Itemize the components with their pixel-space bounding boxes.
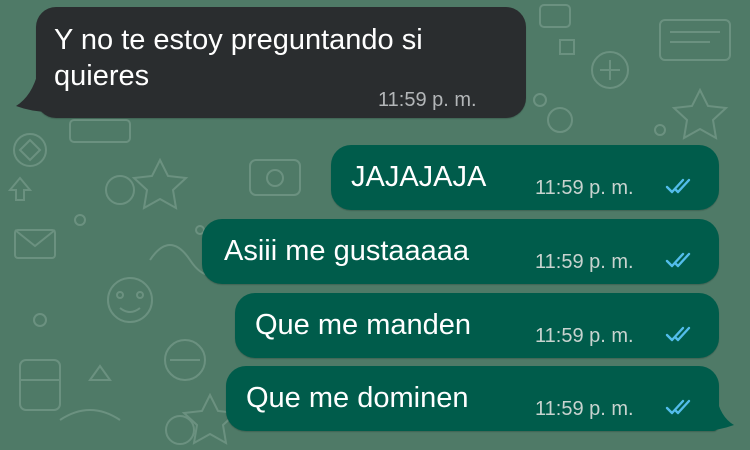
incoming-bubble-tail: [16, 72, 50, 112]
message-timestamp: 11:59 p. m.: [535, 325, 634, 347]
message-timestamp: 11:59 p. m.: [378, 89, 477, 111]
message-text: Y no te estoy preguntando si quieres: [54, 24, 423, 92]
outgoing-message-bubble[interactable]: Que me manden 11:59 p. m.: [235, 293, 719, 358]
chat-area[interactable]: Y no te estoy preguntando si quieres 11:…: [0, 0, 750, 450]
message-text: Que me dominen: [246, 382, 469, 414]
message-timestamp: 11:59 p. m.: [535, 251, 634, 273]
double-check-icon: [665, 178, 691, 194]
message-timestamp: 11:59 p. m.: [535, 177, 634, 199]
outgoing-message-bubble[interactable]: Asiii me gustaaaaa 11:59 p. m.: [202, 219, 719, 284]
outgoing-bubble-tail: [700, 395, 734, 431]
incoming-message-bubble[interactable]: Y no te estoy preguntando si quieres 11:…: [36, 7, 526, 118]
double-check-icon: [665, 326, 691, 342]
double-check-icon: [665, 399, 691, 415]
message-text: Asiii me gustaaaaa: [224, 235, 470, 267]
outgoing-message-bubble[interactable]: JAJAJAJA 11:59 p. m.: [331, 145, 719, 210]
message-timestamp: 11:59 p. m.: [535, 398, 634, 420]
double-check-icon: [665, 252, 691, 268]
message-text: JAJAJAJA: [351, 161, 487, 193]
message-text: Que me manden: [255, 309, 472, 341]
outgoing-message-bubble[interactable]: Que me dominen 11:59 p. m.: [226, 366, 719, 431]
